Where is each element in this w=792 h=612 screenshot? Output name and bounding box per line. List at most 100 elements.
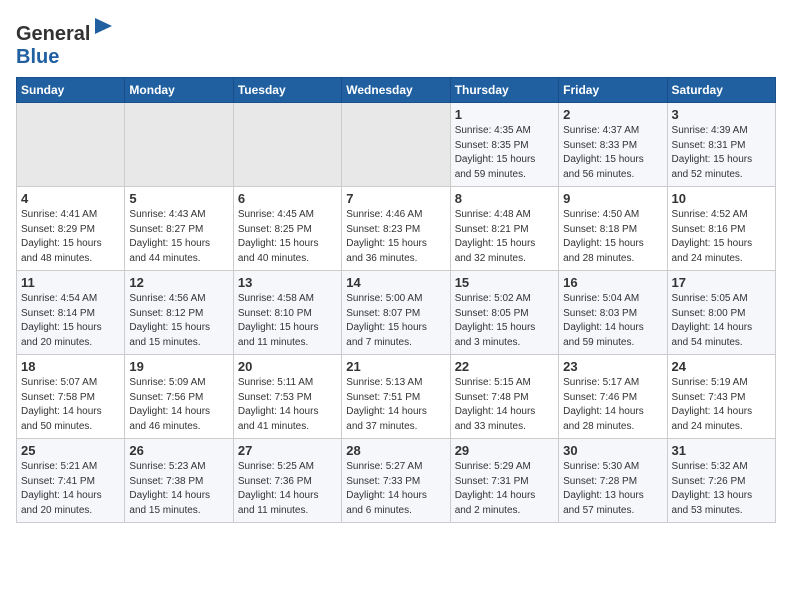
calendar-cell: 23Sunrise: 5:17 AMSunset: 7:46 PMDayligh… [559,355,667,439]
day-number: 1 [455,107,554,122]
day-number: 18 [21,359,120,374]
week-row-3: 11 Sunrise: 4:54 AMSunset: 8:14 PMDayligh… [17,271,776,355]
day-number: 25 [21,443,120,458]
calendar-cell [17,103,125,187]
calendar-cell: 1 Sunrise: 4:35 AMSunset: 8:35 PMDaylight… [450,103,558,187]
weekday-header-wednesday: Wednesday [342,78,450,103]
day-info: Sunrise: 4:52 AMSunset: 8:16 PMDaylight:… [672,208,771,266]
logo: General Blue [16,16,116,69]
calendar-cell: 6Sunrise: 4:45 AMSunset: 8:25 PMDaylight… [233,187,341,271]
week-row-5: 25 Sunrise: 5:21 AMSunset: 7:41 PMDayligh… [17,439,776,523]
day-info: Sunrise: 4:54 AMSunset: 8:14 PMDaylight:… [21,292,120,350]
logo-blue: Blue [16,46,59,68]
day-number: 13 [238,275,337,290]
weekday-header-saturday: Saturday [667,78,775,103]
calendar-cell: 4 Sunrise: 4:41 AMSunset: 8:29 PMDaylight… [17,187,125,271]
day-info: Sunrise: 4:46 AMSunset: 8:23 PMDaylight:… [346,208,445,266]
day-info: Sunrise: 5:32 AMSunset: 7:26 PMDaylight:… [672,460,771,518]
calendar-cell: 7 Sunrise: 4:46 AMSunset: 8:23 PMDaylight… [342,187,450,271]
weekday-header-friday: Friday [559,78,667,103]
logo-flag-icon [92,16,116,40]
day-info: Sunrise: 5:02 AMSunset: 8:05 PMDaylight:… [455,292,554,350]
day-number: 17 [672,275,771,290]
day-info: Sunrise: 5:30 AMSunset: 7:28 PMDaylight:… [563,460,662,518]
day-number: 21 [346,359,445,374]
day-number: 7 [346,191,445,206]
day-info: Sunrise: 4:39 AMSunset: 8:31 PMDaylight:… [672,124,771,182]
calendar-body: 1 Sunrise: 4:35 AMSunset: 8:35 PMDaylight… [17,103,776,523]
weekday-header-sunday: Sunday [17,78,125,103]
day-number: 11 [21,275,120,290]
calendar-cell: 27Sunrise: 5:25 AMSunset: 7:36 PMDayligh… [233,439,341,523]
day-number: 31 [672,443,771,458]
day-info: Sunrise: 5:13 AMSunset: 7:51 PMDaylight:… [346,376,445,434]
calendar-cell: 26 Sunrise: 5:23 AMSunset: 7:38 PMDayligh… [125,439,233,523]
calendar-cell: 9Sunrise: 4:50 AMSunset: 8:18 PMDaylight… [559,187,667,271]
calendar-cell: 18 Sunrise: 5:07 AMSunset: 7:58 PMDayligh… [17,355,125,439]
calendar-cell [342,103,450,187]
calendar-cell: 14 Sunrise: 5:00 AMSunset: 8:07 PMDayligh… [342,271,450,355]
calendar-cell: 24 Sunrise: 5:19 AMSunset: 7:43 PMDayligh… [667,355,775,439]
weekday-header-thursday: Thursday [450,78,558,103]
day-info: Sunrise: 5:19 AMSunset: 7:43 PMDaylight:… [672,376,771,434]
weekday-header-monday: Monday [125,78,233,103]
day-info: Sunrise: 5:00 AMSunset: 8:07 PMDaylight:… [346,292,445,350]
day-info: Sunrise: 4:41 AMSunset: 8:29 PMDaylight:… [21,208,120,266]
calendar-cell: 29 Sunrise: 5:29 AMSunset: 7:31 PMDayligh… [450,439,558,523]
logo-text: General Blue [16,16,116,69]
day-info: Sunrise: 5:23 AMSunset: 7:38 PMDaylight:… [129,460,228,518]
calendar-cell: 13Sunrise: 4:58 AMSunset: 8:10 PMDayligh… [233,271,341,355]
day-number: 27 [238,443,337,458]
calendar-cell [233,103,341,187]
day-info: Sunrise: 5:11 AMSunset: 7:53 PMDaylight:… [238,376,337,434]
day-number: 30 [563,443,662,458]
calendar-cell: 5Sunrise: 4:43 AMSunset: 8:27 PMDaylight… [125,187,233,271]
calendar-cell: 17 Sunrise: 5:05 AMSunset: 8:00 PMDayligh… [667,271,775,355]
day-info: Sunrise: 4:43 AMSunset: 8:27 PMDaylight:… [129,208,228,266]
day-number: 24 [672,359,771,374]
logo-general: General [16,23,90,45]
calendar-cell: 12 Sunrise: 4:56 AMSunset: 8:12 PMDayligh… [125,271,233,355]
calendar-cell: 8Sunrise: 4:48 AMSunset: 8:21 PMDaylight… [450,187,558,271]
day-info: Sunrise: 5:21 AMSunset: 7:41 PMDaylight:… [21,460,120,518]
day-info: Sunrise: 4:56 AMSunset: 8:12 PMDaylight:… [129,292,228,350]
calendar-cell: 20 Sunrise: 5:11 AMSunset: 7:53 PMDayligh… [233,355,341,439]
calendar-cell: 11 Sunrise: 4:54 AMSunset: 8:14 PMDayligh… [17,271,125,355]
day-info: Sunrise: 5:15 AMSunset: 7:48 PMDaylight:… [455,376,554,434]
day-number: 15 [455,275,554,290]
calendar-cell: 25 Sunrise: 5:21 AMSunset: 7:41 PMDayligh… [17,439,125,523]
calendar-cell: 21 Sunrise: 5:13 AMSunset: 7:51 PMDayligh… [342,355,450,439]
calendar-header: SundayMondayTuesdayWednesdayThursdayFrid… [17,78,776,103]
day-number: 12 [129,275,228,290]
calendar-cell: 31 Sunrise: 5:32 AMSunset: 7:26 PMDayligh… [667,439,775,523]
calendar-cell: 3Sunrise: 4:39 AMSunset: 8:31 PMDaylight… [667,103,775,187]
calendar-cell: 16Sunrise: 5:04 AMSunset: 8:03 PMDayligh… [559,271,667,355]
day-number: 14 [346,275,445,290]
day-info: Sunrise: 4:45 AMSunset: 8:25 PMDaylight:… [238,208,337,266]
weekday-header-tuesday: Tuesday [233,78,341,103]
calendar-cell [125,103,233,187]
calendar-cell: 15 Sunrise: 5:02 AMSunset: 8:05 PMDayligh… [450,271,558,355]
day-number: 19 [129,359,228,374]
day-info: Sunrise: 4:35 AMSunset: 8:35 PMDaylight:… [455,124,554,182]
day-info: Sunrise: 5:04 AMSunset: 8:03 PMDaylight:… [563,292,662,350]
day-number: 26 [129,443,228,458]
day-number: 23 [563,359,662,374]
day-number: 4 [21,191,120,206]
day-info: Sunrise: 5:05 AMSunset: 8:00 PMDaylight:… [672,292,771,350]
day-info: Sunrise: 5:29 AMSunset: 7:31 PMDaylight:… [455,460,554,518]
day-info: Sunrise: 5:07 AMSunset: 7:58 PMDaylight:… [21,376,120,434]
day-info: Sunrise: 4:37 AMSunset: 8:33 PMDaylight:… [563,124,662,182]
day-number: 28 [346,443,445,458]
day-number: 22 [455,359,554,374]
calendar-cell: 2 Sunrise: 4:37 AMSunset: 8:33 PMDaylight… [559,103,667,187]
day-number: 29 [455,443,554,458]
day-number: 10 [672,191,771,206]
day-number: 9 [563,191,662,206]
week-row-2: 4 Sunrise: 4:41 AMSunset: 8:29 PMDaylight… [17,187,776,271]
week-row-1: 1 Sunrise: 4:35 AMSunset: 8:35 PMDaylight… [17,103,776,187]
calendar-cell: 28Sunrise: 5:27 AMSunset: 7:33 PMDayligh… [342,439,450,523]
day-number: 8 [455,191,554,206]
day-number: 2 [563,107,662,122]
day-number: 20 [238,359,337,374]
